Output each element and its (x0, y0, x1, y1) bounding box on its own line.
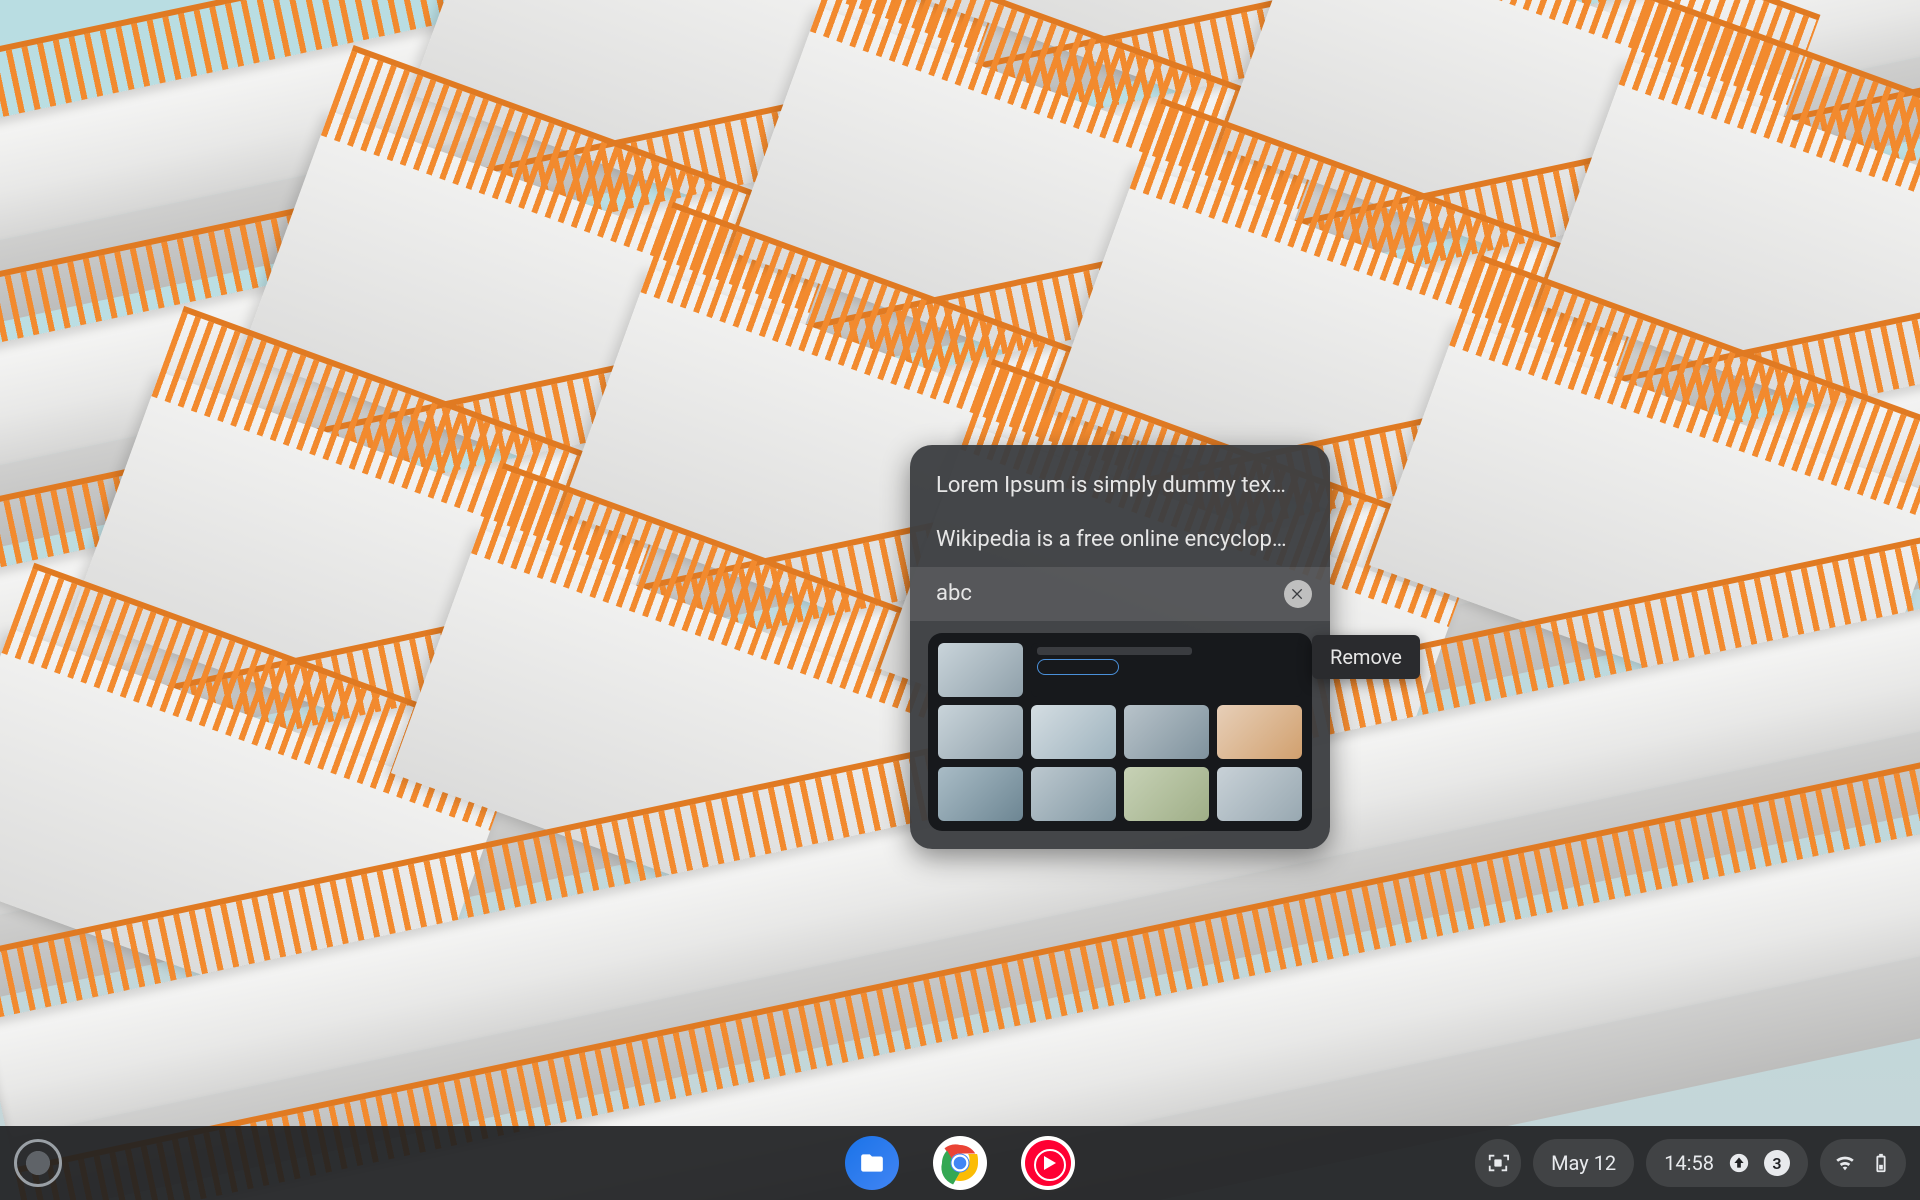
launcher-button[interactable] (14, 1139, 62, 1187)
app-chrome[interactable] (933, 1136, 987, 1190)
clipboard-item-text: abc (936, 581, 972, 606)
tooltip-label: Remove (1330, 645, 1402, 669)
close-icon (1290, 586, 1306, 602)
clipboard-item-remove-button[interactable] (1284, 580, 1312, 608)
network-battery-pill[interactable] (1820, 1139, 1906, 1187)
screenshot-icon (1487, 1152, 1509, 1174)
clipboard-item-image[interactable] (928, 633, 1312, 831)
screenshot-capture-button[interactable] (1475, 1139, 1521, 1187)
status-area: May 12 14:58 3 (1475, 1136, 1906, 1190)
battery-icon (1870, 1152, 1892, 1174)
app-files[interactable] (845, 1136, 899, 1190)
clipboard-item[interactable]: Lorem Ipsum is simply dummy tex… (910, 459, 1330, 513)
quick-settings-pill[interactable]: 14:58 3 (1646, 1139, 1808, 1187)
clipboard-item-text: Lorem Ipsum is simply dummy tex… (936, 473, 1286, 498)
clipboard-item[interactable]: Wikipedia is a free online encyclop… (910, 513, 1330, 567)
app-youtube-music[interactable] (1021, 1136, 1075, 1190)
clipboard-item-text: Wikipedia is a free online encyclop… (936, 527, 1287, 552)
clipboard-item[interactable]: abc (910, 567, 1330, 621)
tooltip: Remove (1312, 635, 1420, 679)
clipboard-history-popup: Lorem Ipsum is simply dummy tex… Wikiped… (910, 445, 1330, 849)
shelf-apps (845, 1136, 1075, 1190)
chrome-icon (936, 1139, 984, 1187)
shelf: May 12 14:58 3 (0, 1126, 1920, 1200)
update-available-icon (1728, 1152, 1750, 1174)
calendar-date-pill[interactable]: May 12 (1533, 1139, 1634, 1187)
notification-count-badge: 3 (1764, 1150, 1790, 1176)
status-date: May 12 (1551, 1151, 1616, 1175)
folder-icon (857, 1150, 887, 1176)
wifi-icon (1834, 1152, 1856, 1174)
status-time: 14:58 (1664, 1151, 1714, 1175)
